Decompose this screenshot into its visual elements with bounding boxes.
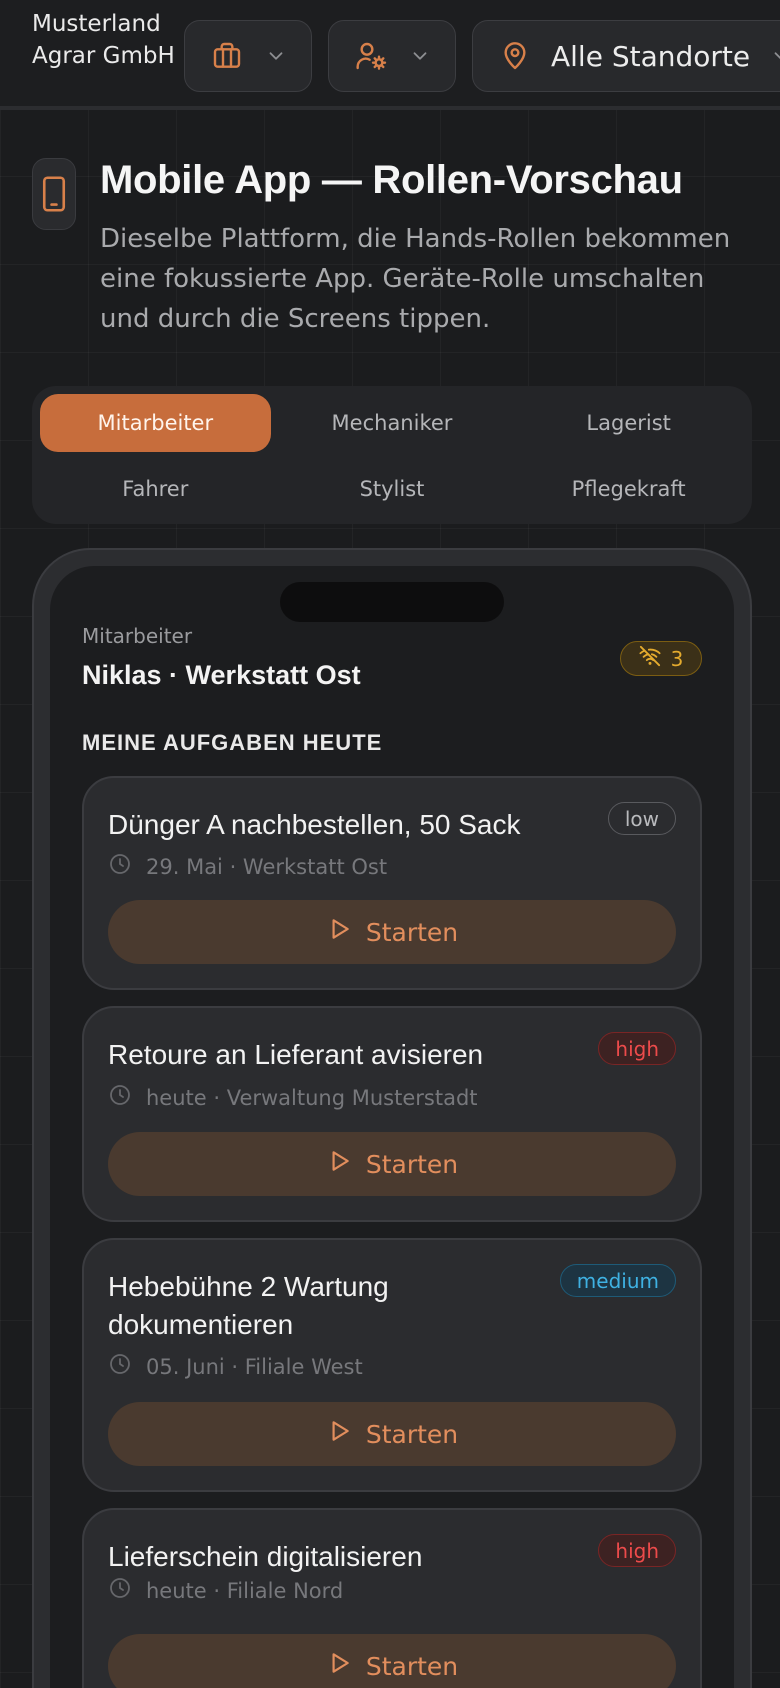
task-card: Hebebühne 2 Wartung dokumentieren medium…: [82, 1238, 702, 1492]
task-title: Lieferschein digitalisieren: [108, 1541, 423, 1572]
play-icon: [326, 1148, 352, 1180]
task-meta: 29. Mai · Werkstatt Ost: [108, 852, 387, 881]
start-button[interactable]: Starten: [108, 1402, 676, 1466]
app-role-label: Mitarbeiter: [82, 624, 193, 648]
company-name[interactable]: Musterland Agrar GmbH: [32, 8, 182, 72]
section-heading: MEINE AUFGABEN HEUTE: [82, 730, 383, 755]
offline-count: 3: [670, 646, 684, 671]
task-title: Hebebühne 2 Wartung dokumentieren: [108, 1271, 389, 1340]
role-tab-mechaniker[interactable]: Mechaniker: [277, 394, 508, 452]
smartphone-icon: [32, 158, 76, 230]
task-meta: heute · Verwaltung Musterstadt: [108, 1083, 478, 1112]
wifi-off-icon: [639, 645, 661, 672]
role-tab-lagerist[interactable]: Lagerist: [513, 394, 744, 452]
play-icon: [326, 1418, 352, 1450]
role-tab-fahrer[interactable]: Fahrer: [40, 460, 271, 518]
map-pin-icon: [499, 40, 531, 72]
start-button-label: Starten: [365, 1149, 459, 1179]
clock-icon: [108, 1083, 132, 1112]
start-button[interactable]: Starten: [108, 1132, 676, 1196]
top-bar: Musterland Agrar GmbH Alle Standorte: [0, 0, 780, 110]
page-subtitle: Dieselbe Plattform, die Hands-Rollen bek…: [100, 224, 731, 334]
task-card: Dünger A nachbestellen, 50 Sack low 29. …: [82, 776, 702, 990]
chevron-down-icon: [409, 45, 431, 67]
priority-badge: high: [598, 1032, 676, 1065]
start-button-label: Starten: [365, 917, 459, 947]
role-tab-pflegekraft[interactable]: Pflegekraft: [513, 460, 744, 518]
priority-badge: medium: [559, 1264, 676, 1297]
task-meta: 05. Juni · Filiale West: [108, 1352, 363, 1381]
start-button[interactable]: Starten: [108, 1634, 676, 1688]
task-meta: heute · Filiale Nord: [108, 1576, 343, 1605]
task-meta-text: 29. Mai · Werkstatt Ost: [146, 854, 388, 879]
briefcase-icon: [211, 40, 243, 72]
play-icon: [326, 916, 352, 948]
priority-badge: high: [598, 1534, 676, 1567]
start-button-label: Starten: [365, 1651, 459, 1681]
role-tab-mitarbeiter[interactable]: Mitarbeiter: [40, 394, 271, 452]
role-tab-stylist[interactable]: Stylist: [277, 460, 508, 518]
task-meta-text: heute · Verwaltung Musterstadt: [146, 1085, 478, 1110]
start-button-label: Starten: [365, 1419, 459, 1449]
clock-icon: [108, 1576, 132, 1605]
task-title: Dünger A nachbestellen, 50 Sack: [108, 809, 521, 840]
chevron-down-icon: [265, 45, 287, 67]
task-card: Lieferschein digitalisieren high heute ·…: [82, 1508, 702, 1688]
page-title: Mobile App — Rollen-Vorschau: [100, 158, 683, 202]
role-switcher: Mitarbeiter Mechaniker Lagerist Fahrer S…: [32, 386, 752, 524]
user-gear-icon: [355, 40, 387, 72]
task-meta-text: 05. Juni · Filiale West: [146, 1354, 363, 1379]
business-selector[interactable]: [184, 20, 312, 92]
play-icon: [326, 1650, 352, 1682]
location-label: Alle Standorte: [551, 39, 751, 73]
start-button[interactable]: Starten: [108, 900, 676, 964]
location-selector[interactable]: Alle Standorte: [472, 20, 780, 92]
task-title: Retoure an Lieferant avisieren: [108, 1039, 484, 1070]
phone-notch: [280, 582, 504, 622]
clock-icon: [108, 852, 132, 881]
task-card: Retoure an Lieferant avisieren high heut…: [82, 1006, 702, 1222]
priority-badge: low: [607, 802, 676, 835]
role-selector[interactable]: [328, 20, 456, 92]
app-user-label: Niklas · Werkstatt Ost: [82, 660, 361, 690]
task-meta-text: heute · Filiale Nord: [146, 1578, 344, 1603]
clock-icon: [108, 1352, 132, 1381]
offline-queue-badge[interactable]: 3: [620, 641, 702, 676]
chevron-down-icon: [770, 45, 780, 67]
